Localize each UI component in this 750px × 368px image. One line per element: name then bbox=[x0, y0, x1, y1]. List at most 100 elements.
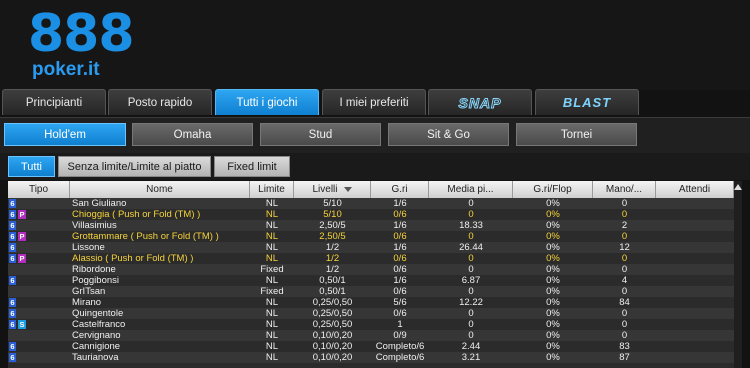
tab-holdem[interactable]: Hold'em bbox=[4, 123, 126, 146]
col-header-media-piatto[interactable]: Media pi... bbox=[429, 181, 513, 198]
col-header-livelli[interactable]: Livelli bbox=[294, 181, 371, 198]
tab-sit-and-go[interactable]: Sit & Go bbox=[388, 123, 509, 146]
attendi-cell bbox=[656, 220, 734, 231]
media-cell: 0 bbox=[468, 319, 474, 330]
tab-omaha[interactable]: Omaha bbox=[132, 123, 253, 146]
flop-cell: 0% bbox=[546, 319, 560, 330]
livelli-cell: 0,25/0,50 bbox=[312, 319, 353, 330]
media-cell: 0 bbox=[468, 209, 474, 220]
limite-cell: NL bbox=[265, 352, 279, 363]
flop-cell: 0% bbox=[546, 286, 560, 297]
giri-cell: 0/6 bbox=[393, 231, 407, 242]
giri-cell: 0/6 bbox=[393, 264, 407, 275]
table-row[interactable]: 6 Lissone NL 1/2 1/6 26.44 0% 12 bbox=[8, 242, 734, 253]
table-row[interactable]: 6 San Giuliano NL 5/10 1/6 0 0% 0 bbox=[8, 198, 734, 209]
mano-cell: 0 bbox=[621, 308, 628, 319]
flop-cell: 0% bbox=[546, 198, 560, 209]
tab-posto-rapido[interactable]: Posto rapido bbox=[108, 89, 212, 115]
livelli-cell: 2,50/5 bbox=[319, 231, 346, 242]
giri-cell: 0/6 bbox=[393, 253, 407, 264]
table-row[interactable]: 6 P Alassio ( Push or Fold (TM) ) NL 1/2 0/6 0… bbox=[8, 253, 734, 264]
table-row[interactable]: 6 Cannigione NL 0,10/0,20 Completo/6 2.44 0% 83 bbox=[8, 341, 734, 352]
attendi-cell bbox=[656, 231, 734, 242]
col-header-tipo[interactable]: Tipo bbox=[8, 181, 70, 198]
table-row[interactable]: 6 Villasimius NL 2,50/5 1/6 18.33 0% 2 bbox=[8, 220, 734, 231]
col-header-nome[interactable]: Nome bbox=[70, 181, 250, 198]
snap-logo: SNAP bbox=[458, 94, 502, 111]
limite-cell: NL bbox=[265, 231, 279, 242]
media-cell: 0 bbox=[468, 198, 474, 209]
media-cell: 0 bbox=[468, 231, 474, 242]
nome-cell: Mirano bbox=[72, 297, 102, 308]
giri-cell: Completo/6 bbox=[375, 341, 425, 352]
table-row[interactable]: Ribordone Fixed 1/2 0/6 0 0% 0 bbox=[8, 264, 734, 275]
flop-cell: 0% bbox=[546, 297, 560, 308]
logo-number: 888 bbox=[28, 4, 135, 64]
limit-filter-bar: Tutti Senza limite/Limite al piatto Fixe… bbox=[0, 153, 750, 180]
six-max-badge-icon: 6 bbox=[9, 232, 16, 241]
limite-cell: NL bbox=[265, 198, 279, 209]
mano-cell: 2 bbox=[621, 220, 628, 231]
giri-cell: 1/6 bbox=[393, 275, 407, 286]
six-max-badge-icon: 6 bbox=[9, 243, 16, 252]
tab-tutti-i-giochi[interactable]: Tutti i giochi bbox=[215, 89, 319, 115]
livelli-cell: 0,10/0,20 bbox=[312, 352, 353, 363]
push-or-fold-badge-icon: P bbox=[18, 232, 26, 241]
mano-cell: 83 bbox=[619, 341, 630, 352]
nome-cell: Grottammare ( Push or Fold (TM) ) bbox=[72, 231, 219, 242]
table-row[interactable]: 6 Poggibonsi NL 0,50/1 1/6 6.87 0% 4 bbox=[8, 275, 734, 286]
tab-snap[interactable]: SNAP bbox=[428, 89, 532, 115]
livelli-cell: 0,50/1 bbox=[319, 275, 346, 286]
table-row[interactable]: 6 P Grottammare ( Push or Fold (TM) ) NL 2,5… bbox=[8, 231, 734, 242]
table-row[interactable]: Cervignano NL 0,10/0,20 0/9 0 0% 0 bbox=[8, 330, 734, 341]
limite-cell: NL bbox=[265, 319, 279, 330]
six-max-badge-icon: 6 bbox=[9, 276, 16, 285]
six-max-badge-icon: 6 bbox=[9, 221, 16, 230]
tab-tornei[interactable]: Tornei bbox=[516, 123, 637, 146]
col-header-giri-flop[interactable]: G.ri/Flop bbox=[513, 181, 593, 198]
scroll-up-arrow-icon[interactable] bbox=[734, 184, 742, 190]
media-cell: 0 bbox=[468, 330, 474, 341]
col-header-mano-ora[interactable]: Mano/... bbox=[593, 181, 656, 198]
tipo-cell: 6 bbox=[9, 309, 16, 318]
giri-cell: 1/6 bbox=[393, 242, 407, 253]
media-cell: 0 bbox=[468, 264, 474, 275]
media-cell: 18.33 bbox=[459, 220, 483, 231]
tipo-cell: 6 bbox=[9, 199, 16, 208]
filter-senza-limite[interactable]: Senza limite/Limite al piatto bbox=[58, 156, 211, 177]
table-row[interactable]: 6 Taurianova NL 0,10/0,20 Completo/6 3.21 0% 87 bbox=[8, 352, 734, 363]
tab-blast[interactable]: BLAST bbox=[535, 89, 639, 115]
push-or-fold-badge-icon: P bbox=[18, 254, 26, 263]
table-rows: 6 San Giuliano NL 5/10 1/6 0 0% 0 6 P Chioggia ( P… bbox=[8, 198, 734, 363]
limite-cell: NL bbox=[265, 209, 279, 220]
tipo-cell: 6 bbox=[9, 342, 16, 351]
limite-cell: Fixed bbox=[260, 264, 284, 275]
filter-tutti[interactable]: Tutti bbox=[8, 156, 55, 177]
filter-fixed-limit[interactable]: Fixed limit bbox=[214, 156, 290, 177]
tab-miei-preferiti[interactable]: I miei preferiti bbox=[322, 89, 426, 115]
table-header: Tipo Nome Limite Livelli G.ri Media pi..… bbox=[8, 181, 734, 198]
livelli-cell: 1/2 bbox=[325, 242, 340, 253]
col-header-limite[interactable]: Limite bbox=[250, 181, 294, 198]
table-row[interactable]: GrITsan Fixed 0,50/1 0/6 0 0% 0 bbox=[8, 286, 734, 297]
table-row[interactable]: 6 P Chioggia ( Push or Fold (TM) ) NL 5/10 0/… bbox=[8, 209, 734, 220]
col-header-giri[interactable]: G.ri bbox=[371, 181, 429, 198]
limite-cell: NL bbox=[265, 330, 279, 341]
tab-principianti[interactable]: Principianti bbox=[2, 89, 106, 115]
attendi-cell bbox=[656, 308, 734, 319]
push-or-fold-badge-icon: P bbox=[18, 210, 26, 219]
tipo-cell: 6 bbox=[9, 353, 16, 362]
vertical-scrollbar[interactable] bbox=[734, 181, 742, 368]
attendi-cell bbox=[656, 341, 734, 352]
table-row[interactable]: 6 Quingentole NL 0,25/0,50 0/6 0 0% 0 bbox=[8, 308, 734, 319]
tab-stud[interactable]: Stud bbox=[260, 123, 381, 146]
livelli-cell: 1/2 bbox=[325, 253, 340, 264]
table-row[interactable]: 6 Mirano NL 0,25/0,50 5/6 12.22 0% 84 bbox=[8, 297, 734, 308]
livelli-cell: 5/10 bbox=[323, 209, 342, 220]
limite-cell: NL bbox=[265, 297, 279, 308]
giri-cell: 0/6 bbox=[393, 286, 407, 297]
livelli-cell: 1/2 bbox=[325, 264, 340, 275]
attendi-cell bbox=[656, 198, 734, 209]
table-row[interactable]: 6 S Castelfranco NL 0,25/0,50 1 0 0% 0 bbox=[8, 319, 734, 330]
col-header-attendi[interactable]: Attendi bbox=[656, 181, 734, 198]
